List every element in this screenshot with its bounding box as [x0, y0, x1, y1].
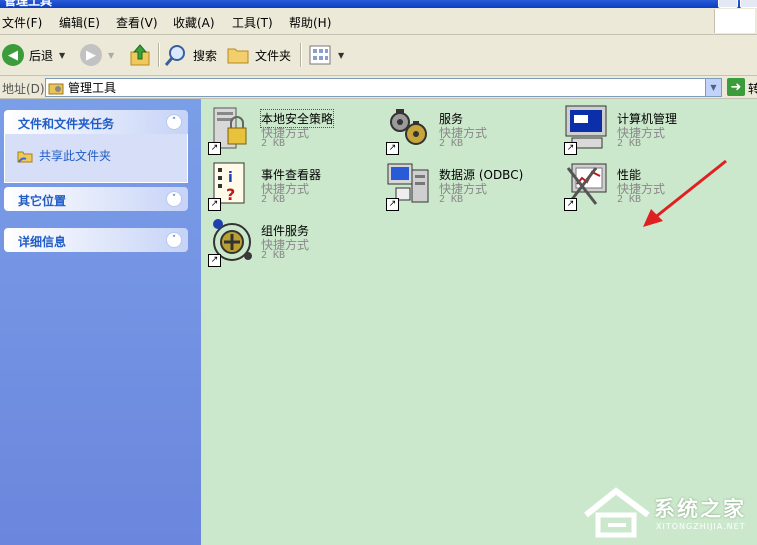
- back-label: 后退: [29, 48, 54, 63]
- details-panel: 详细信息 ˅: [4, 228, 188, 252]
- list-item[interactable]: ↗ 计算机管理 快捷方式 2 KB: [562, 104, 732, 160]
- item-size: 2 KB: [261, 194, 286, 205]
- menu-view[interactable]: 查看(V): [116, 14, 158, 31]
- file-folder-tasks-body: 共享此文件夹: [4, 134, 188, 183]
- forward-button[interactable]: ▶ ▼: [80, 41, 114, 69]
- details-title: 详细信息: [18, 235, 67, 249]
- search-button[interactable]: 搜索: [164, 41, 217, 69]
- svg-text:?: ?: [226, 185, 235, 204]
- list-item[interactable]: ↗ 本地安全策略 快捷方式 2 KB: [206, 104, 376, 160]
- other-places-panel: 其它位置 ˅: [4, 187, 188, 211]
- list-item[interactable]: i ? ↗ 事件查看器 快捷方式 2 KB: [206, 160, 376, 216]
- folders-button[interactable]: 文件夹: [226, 41, 291, 69]
- file-folder-tasks-title: 文件和文件夹任务: [18, 117, 115, 131]
- forward-arrow-icon: ▶: [80, 44, 102, 66]
- minimize-button[interactable]: [718, 0, 738, 8]
- watermark-url: XITONGZHIJIA.NET: [656, 522, 746, 531]
- list-item[interactable]: ↗ 服务 快捷方式 2 KB: [384, 104, 554, 160]
- other-places-header[interactable]: 其它位置 ˅: [4, 187, 188, 211]
- annotation-arrow: [643, 159, 727, 227]
- watermark-logo-icon: [584, 487, 650, 538]
- item-size: 2 KB: [439, 194, 464, 205]
- menu-tools[interactable]: 工具(T): [232, 14, 273, 31]
- list-item[interactable]: ↗ 数据源 (ODBC) 快捷方式 2 KB: [384, 160, 554, 216]
- share-folder-icon: [17, 151, 33, 163]
- views-icon: [309, 45, 331, 65]
- other-places-title: 其它位置: [18, 194, 67, 208]
- views-button[interactable]: ▼: [308, 41, 344, 69]
- menu-bar: 文件(F) 编辑(E) 查看(V) 收藏(A) 工具(T) 帮助(H): [0, 8, 757, 35]
- shortcut-arrow-icon: ↗: [564, 198, 577, 211]
- shortcut-arrow-icon: ↗: [386, 198, 399, 211]
- svg-text:i: i: [228, 170, 233, 186]
- list-item[interactable]: ↗ 组件服务 快捷方式 2 KB: [206, 216, 376, 272]
- search-icon: [164, 45, 185, 66]
- menu-edit[interactable]: 编辑(E): [59, 14, 100, 31]
- menu-help[interactable]: 帮助(H): [289, 14, 331, 31]
- item-size: 2 KB: [617, 194, 642, 205]
- forward-dropdown-icon[interactable]: ▼: [108, 51, 114, 60]
- toolbar-separator: [158, 43, 160, 67]
- address-input[interactable]: 管理工具 ▼: [45, 78, 722, 97]
- window-title: 管理工具: [4, 0, 53, 8]
- go-label[interactable]: 转: [748, 80, 757, 97]
- expand-chevron-icon[interactable]: ˅: [166, 232, 182, 248]
- maximize-button[interactable]: [740, 0, 757, 8]
- menu-file[interactable]: 文件(F): [2, 14, 42, 31]
- task-pane: 文件和文件夹任务 ˄ 共享此文件夹 其它位置 ˅ 详细信息 ˅: [0, 99, 201, 545]
- details-header[interactable]: 详细信息 ˅: [4, 228, 188, 252]
- folder-icon: [227, 48, 249, 64]
- shortcut-arrow-icon: ↗: [564, 142, 577, 155]
- address-label: 地址(D): [2, 82, 45, 96]
- collapse-chevron-icon[interactable]: ˄: [166, 114, 182, 130]
- toolbar-separator: [300, 43, 302, 67]
- file-folder-tasks-header[interactable]: 文件和文件夹任务 ˄: [4, 110, 188, 134]
- search-label: 搜索: [193, 48, 218, 63]
- up-folder-icon: [130, 44, 150, 66]
- share-folder-link[interactable]: 共享此文件夹: [17, 147, 111, 164]
- watermark: 系统之家 XITONGZHIJIA.NET: [582, 487, 752, 539]
- go-arrow-icon[interactable]: ➜: [727, 78, 745, 96]
- back-arrow-icon: ◀: [2, 44, 24, 66]
- admin-tools-folder-icon: [48, 83, 64, 94]
- address-value: 管理工具: [68, 81, 117, 95]
- expand-chevron-icon[interactable]: ˅: [166, 191, 182, 207]
- shortcut-arrow-icon: ↗: [208, 198, 221, 211]
- item-size: 2 KB: [439, 138, 464, 149]
- folders-label: 文件夹: [255, 48, 292, 63]
- address-bar: 地址(D) 管理工具 ▼ ➜ 转: [0, 76, 757, 99]
- item-size: 2 KB: [261, 138, 286, 149]
- item-size: 2 KB: [261, 250, 286, 261]
- menu-favorites[interactable]: 收藏(A): [173, 14, 215, 31]
- windows-logo-icon: [714, 9, 755, 33]
- views-dropdown-icon[interactable]: ▼: [338, 51, 344, 60]
- back-button[interactable]: ◀ 后退 ▼: [2, 41, 65, 69]
- shortcut-arrow-icon: ↗: [386, 142, 399, 155]
- shortcut-arrow-icon: ↗: [208, 254, 221, 267]
- item-size: 2 KB: [617, 138, 642, 149]
- shortcut-arrow-icon: ↗: [208, 142, 221, 155]
- back-dropdown-icon[interactable]: ▼: [59, 51, 65, 60]
- up-folder-button[interactable]: [128, 41, 152, 69]
- file-folder-tasks-panel: 文件和文件夹任务 ˄ 共享此文件夹: [4, 110, 188, 183]
- share-folder-label: 共享此文件夹: [39, 149, 112, 163]
- title-bar: 管理工具: [0, 0, 757, 8]
- address-dropdown-icon[interactable]: ▼: [705, 79, 721, 96]
- toolbar: ◀ 后退 ▼ ▶ ▼ 搜索 文件夹 ▼: [0, 35, 757, 76]
- file-list-area: ↗ 本地安全策略 快捷方式 2 KB ↗ 服务 快捷方式 2 KB ↗ 计算机管…: [201, 99, 757, 545]
- watermark-title: 系统之家: [654, 497, 746, 521]
